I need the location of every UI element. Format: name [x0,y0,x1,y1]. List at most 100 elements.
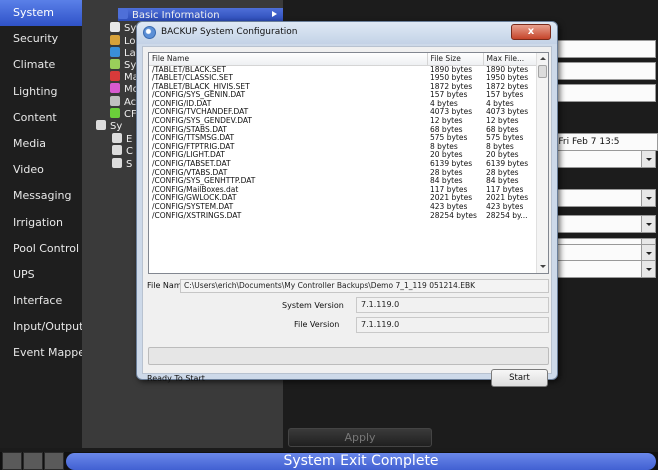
settings-field[interactable] [545,62,656,80]
table-cell: /CONFIG/MailBoxes.dat [152,185,239,194]
expand-arrow-icon[interactable] [272,11,277,17]
close-button[interactable]: x [511,24,551,40]
table-row[interactable]: /CONFIG/LIGHT.DAT 20 bytes 20 bytes [149,151,536,160]
nav-item-ups[interactable]: UPS [0,262,82,288]
tree-item[interactable]: Mc [110,83,138,95]
table-row[interactable]: /CONFIG/SYS_GENDEV.DAT 12 bytes 12 bytes [149,117,536,126]
table-row[interactable]: /TABLET/BLACK_HIVIS.SET 1872 bytes 1872 by… [149,83,536,92]
settings-dropdown[interactable] [545,150,656,168]
tree-item-label: Sy [124,23,137,34]
table-row[interactable]: /CONFIG/FTPTRIG.DAT 8 bytes 8 bytes [149,143,536,152]
table-cell: /CONFIG/TVCHANDEF.DAT [152,108,249,117]
tree-item-label: E [126,134,133,145]
date-time-field[interactable]: T Fri Feb 7 13:5 [545,133,658,151]
tree-item-label: S [126,159,133,170]
tree-item[interactable]: Basic Information [118,9,220,21]
user-icon [110,96,120,106]
nav-item-event-mapper[interactable]: Event Mapper [0,340,90,366]
tree-item[interactable]: Ma [110,71,139,83]
settings-field[interactable] [545,84,656,102]
tree-item[interactable]: Ac [110,96,136,108]
file-list[interactable]: File Name File Size Max File... /TABLET/BL… [148,52,549,274]
file-version-label: File Version [294,320,340,329]
table-cell: /CONFIG/SYS_GENDEV.DAT [152,117,252,126]
status-square [44,452,64,470]
nav-item-input-output[interactable]: Input/Output [0,314,83,340]
table-row[interactable]: /CONFIG/SYSTEM.DAT 423 bytes 423 bytes [149,203,536,212]
settings-field[interactable] [545,40,656,58]
file-table: File Name File Size Max File... /TABLET/BL… [149,53,537,220]
nav-item-media[interactable]: Media [0,131,82,157]
column-header[interactable]: Max File... [483,53,537,66]
table-row[interactable]: /CONFIG/TTSMSG.DAT 575 bytes 575 bytes [149,134,536,143]
tree-item[interactable]: CF [110,108,137,120]
scroll-thumb[interactable] [538,65,547,78]
clock-icon [110,22,120,32]
tree-item[interactable]: Sy [96,120,122,132]
table-cell: /CONFIG/FTPTRIG.DAT [152,142,235,151]
table-row[interactable]: /CONFIG/GWLOCK.DAT 2021 bytes 2021 bytes [149,194,536,203]
tree-item[interactable]: Sy [110,59,136,71]
table-cell: 4073 bytes [430,108,473,117]
nav-item-messaging[interactable]: Messaging [0,183,82,209]
nav-item-pool-control[interactable]: Pool Control [0,236,82,262]
scroll-down-icon[interactable] [538,262,548,272]
nav-item-system[interactable]: System [0,0,82,27]
file-name-field[interactable]: C:\Users\erich\Documents\My Controller B… [180,279,549,293]
nav-item-video[interactable]: Video [0,157,82,183]
table-cell: 157 bytes [486,91,524,100]
table-row[interactable]: /CONFIG/SYS_GENHTTP.DAT 84 bytes 84 bytes [149,177,536,186]
tree-item[interactable]: S [112,158,132,170]
tree-item[interactable]: La [110,47,136,59]
table-cell: 8 bytes [486,142,514,151]
table-cell: 20 bytes [486,151,519,160]
scroll-up-icon[interactable] [538,54,548,64]
table-row[interactable]: /CONFIG/VTABS.DAT 28 bytes 28 bytes [149,169,536,178]
chevron-down-icon[interactable] [641,151,655,167]
table-cell: /CONFIG/SYS_GENIN.DAT [152,91,246,100]
nav-item-lighting[interactable]: Lighting [0,79,82,105]
nav-item-interface[interactable]: Interface [0,288,82,314]
location-icon [110,35,120,45]
status-bar: System Exit Complete [0,452,658,470]
tree-item[interactable]: Sy [110,22,136,34]
table-cell: 1872 bytes [486,82,529,91]
column-header[interactable]: File Size [427,53,484,66]
table-row[interactable]: /TABLET/CLASSIC.SET 1950 bytes 1950 bytes [149,74,536,83]
status-square [23,452,43,470]
nav-item-irrigation[interactable]: Irrigation [0,210,82,236]
tree-item[interactable]: C [112,145,133,157]
start-button[interactable]: Start [491,369,548,387]
table-row[interactable]: /CONFIG/ID.DAT 4 bytes 4 bytes [149,100,536,109]
table-row[interactable]: /CONFIG/STABS.DAT 68 bytes 68 bytes [149,126,536,135]
table-cell: /CONFIG/STABS.DAT [152,125,227,134]
chevron-down-icon[interactable] [641,245,655,261]
table-row[interactable]: /CONFIG/XSTRINGS.DAT 28254 bytes 28254 by.… [149,212,536,221]
chevron-down-icon[interactable] [641,216,655,232]
tree-item[interactable]: Lo [110,35,136,47]
chevron-down-icon[interactable] [641,261,655,277]
nav-item-content[interactable]: Content [0,105,82,131]
tree-item[interactable]: E [112,133,132,145]
monitor-icon [110,71,120,81]
settings-dropdown[interactable] [545,189,656,207]
chevron-down-icon[interactable] [641,190,655,206]
vertical-scrollbar[interactable] [536,53,548,273]
table-row[interactable]: /CONFIG/TABSET.DAT 6139 bytes 6139 bytes [149,160,536,169]
settings-dropdown[interactable] [545,260,656,278]
table-cell: 575 bytes [430,134,468,143]
tree-item-label: Ac [124,97,137,108]
dialog-titlebar[interactable]: BACKUP System Configuration x [137,22,557,44]
table-row[interactable]: /CONFIG/MailBoxes.dat 117 bytes 117 bytes [149,186,536,195]
column-header[interactable]: File Name [149,53,428,66]
table-cell: 157 bytes [430,91,468,100]
table-row[interactable]: /CONFIG/TVCHANDEF.DAT 4073 bytes 4073 byte… [149,108,536,117]
table-row[interactable]: /CONFIG/SYS_GENIN.DAT 157 bytes 157 bytes [149,91,536,100]
nav-item-security[interactable]: Security [0,26,82,52]
tree-item-label: Sy [124,60,137,71]
tree-item-label: CF [124,109,137,120]
settings-dropdown[interactable] [545,215,656,233]
apply-button[interactable]: Apply [288,428,432,447]
table-row[interactable]: /TABLET/BLACK.SET 1890 bytes 1890 bytes [149,65,536,74]
nav-item-climate[interactable]: Climate [0,52,82,78]
